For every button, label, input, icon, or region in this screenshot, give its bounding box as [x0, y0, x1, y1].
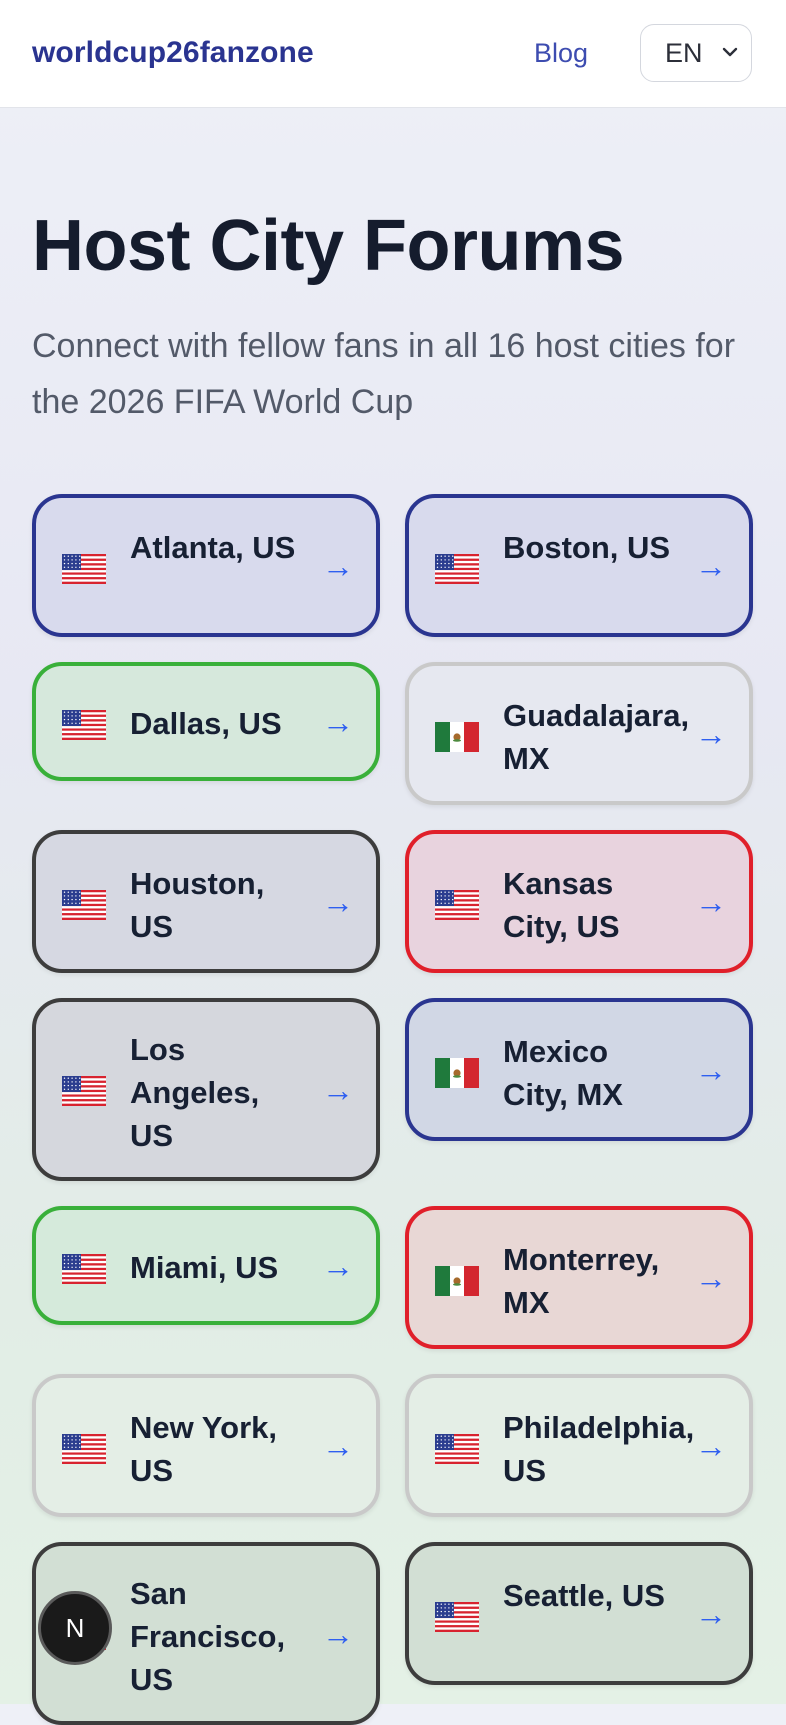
city-forum-card[interactable]: Philadelphia, US →	[405, 1374, 753, 1517]
city-forum-card[interactable]: Dallas, US →	[32, 662, 380, 781]
city-name: Kansas City, US	[503, 866, 620, 944]
arrow-right-icon: →	[695, 883, 727, 920]
city-name: Boston, US	[503, 530, 671, 565]
city-name: New York, US	[130, 1410, 278, 1488]
city-forum-card[interactable]: Mexico City, MX →	[405, 998, 753, 1141]
floating-action-button[interactable]: N	[38, 1591, 112, 1665]
city-forum-card[interactable]: Kansas City, US →	[405, 830, 753, 973]
city-forum-card[interactable]: Miami, US →	[32, 1206, 380, 1325]
us-flag-icon	[435, 1602, 479, 1632]
city-forum-card[interactable]: New York, US →	[32, 1374, 380, 1517]
mexico-flag-icon	[435, 1058, 479, 1088]
arrow-right-icon: →	[322, 1247, 354, 1284]
arrow-right-icon: →	[322, 547, 354, 584]
arrow-right-icon: →	[695, 547, 727, 584]
brand-logo-link[interactable]: worldcup26fanzone	[32, 36, 314, 70]
mexico-flag-icon	[435, 1266, 479, 1296]
city-forum-card[interactable]: Houston, US →	[32, 830, 380, 973]
us-flag-icon	[62, 1434, 106, 1464]
city-forum-card[interactable]: Monterrey, MX →	[405, 1206, 753, 1349]
us-flag-icon	[62, 890, 106, 920]
city-name: Philadelphia, US	[503, 1410, 695, 1488]
blog-link[interactable]: Blog	[534, 38, 588, 69]
city-name: Atlanta, US	[130, 530, 296, 565]
chevron-down-icon	[722, 47, 738, 57]
arrow-right-icon: →	[695, 1595, 727, 1632]
arrow-right-icon: →	[695, 1427, 727, 1464]
us-flag-icon	[62, 554, 106, 584]
arrow-right-icon: →	[322, 703, 354, 740]
us-flag-icon	[62, 1076, 106, 1106]
us-flag-icon	[62, 1254, 106, 1284]
arrow-right-icon: →	[695, 715, 727, 752]
arrow-right-icon: →	[695, 1259, 727, 1296]
city-name: Seattle, US	[503, 1578, 665, 1613]
city-name: Monterrey, MX	[503, 1242, 660, 1320]
city-name: Dallas, US	[130, 706, 282, 741]
city-name: Mexico City, MX	[503, 1034, 623, 1112]
page-title: Host City Forums	[32, 206, 625, 286]
city-name: San Francisco, US	[130, 1576, 286, 1697]
us-flag-icon	[435, 890, 479, 920]
city-name: Los Angeles, US	[130, 1032, 260, 1153]
language-select[interactable]: EN	[640, 24, 752, 82]
city-forum-card[interactable]: Seattle, US →	[405, 1542, 753, 1685]
arrow-right-icon: →	[322, 1071, 354, 1108]
city-name: Miami, US	[130, 1250, 279, 1285]
city-name: Houston, US	[130, 866, 265, 944]
us-flag-icon	[62, 710, 106, 740]
arrow-right-icon: →	[695, 1051, 727, 1088]
arrow-right-icon: →	[322, 1615, 354, 1652]
arrow-right-icon: →	[322, 883, 354, 920]
top-navbar: worldcup26fanzone Blog EN	[0, 0, 786, 108]
city-forum-card[interactable]: Atlanta, US →	[32, 494, 380, 637]
us-flag-icon	[435, 1434, 479, 1464]
us-flag-icon	[435, 554, 479, 584]
arrow-right-icon: →	[322, 1427, 354, 1464]
mexico-flag-icon	[435, 722, 479, 752]
city-forum-card[interactable]: Los Angeles, US →	[32, 998, 380, 1181]
city-name: Guadalajara, MX	[503, 698, 690, 776]
page-subtitle: Connect with fellow fans in all 16 host …	[32, 327, 736, 421]
city-forum-card[interactable]: Boston, US →	[405, 494, 753, 637]
city-forum-card[interactable]: Guadalajara, MX →	[405, 662, 753, 805]
language-value: EN	[665, 38, 703, 68]
